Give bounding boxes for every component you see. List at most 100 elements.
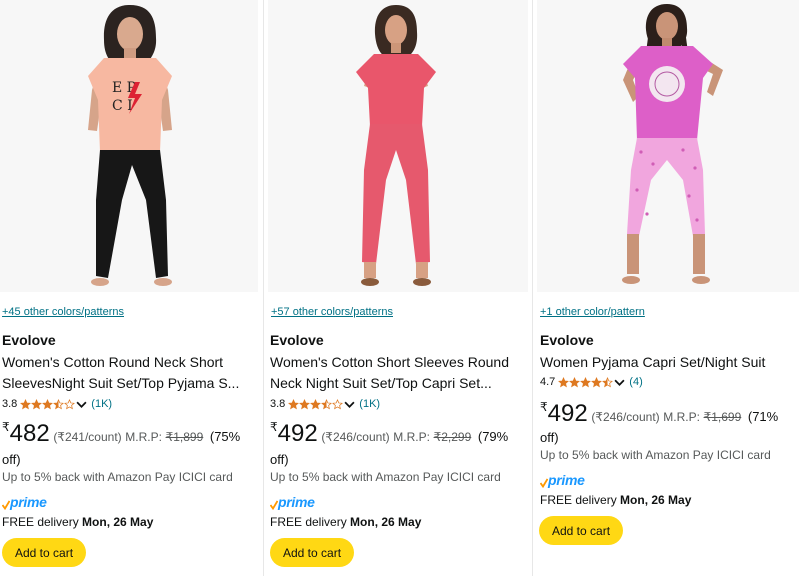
star-full-icon [558, 376, 570, 387]
brand-name: Evolove [270, 332, 324, 348]
cashback-offer: Up to 5% back with Amazon Pay ICICI card [2, 470, 233, 484]
star-full-icon [20, 398, 32, 409]
product-title-link[interactable]: Women's Cotton Round Neck Short SleevesN… [2, 352, 254, 394]
rating-row[interactable]: 4.7 (4) [540, 376, 643, 388]
brand-name: Evolove [2, 332, 56, 348]
delivery-date: Mon, 26 May [350, 515, 422, 529]
delivery-info: FREE delivery Mon, 26 May [270, 515, 421, 529]
more-colors-link[interactable]: +1 other color/pattern [540, 306, 645, 318]
discount-suffix: off) [540, 430, 559, 445]
product-title-link[interactable]: Women Pyjama Capri Set/Night Suit [540, 352, 796, 373]
star-full-icon [580, 376, 592, 387]
rating-row[interactable]: 3.8 (1K) [2, 398, 112, 410]
chevron-down-icon[interactable] [76, 399, 87, 410]
mrp-label: M.R.P: [125, 430, 162, 444]
star-full-icon [31, 398, 43, 409]
prime-badge: prime [2, 494, 47, 510]
cashback-offer: Up to 5% back with Amazon Pay ICICI card [540, 448, 771, 462]
star-empty-icon [332, 398, 344, 409]
star-full-icon [310, 398, 322, 409]
card-divider [263, 0, 264, 576]
prime-check-icon [2, 500, 10, 510]
price-row: ₹492 (₹246/count) M.R.P: ₹2,299 (79% [270, 420, 508, 448]
product-image[interactable]: E P C I [0, 0, 258, 292]
delivery-label: FREE delivery [540, 493, 617, 507]
title-line: Women Pyjama Capri Set/Night Suit [540, 354, 766, 370]
prime-check-icon [270, 500, 278, 510]
unit-price: (₹246/count) [321, 430, 390, 444]
star-rating [288, 398, 344, 410]
prime-logo-text: prime [548, 472, 585, 488]
title-line: Neck Night Suit Set/Top Capri Set... [270, 375, 492, 391]
price-row: ₹482 (₹241/count) M.R.P: ₹1,899 (75% [2, 420, 240, 448]
delivery-info: FREE delivery Mon, 26 May [540, 493, 691, 507]
star-rating [20, 398, 76, 410]
delivery-date: Mon, 26 May [82, 515, 154, 529]
product-card: +1 other color/pattern Evolove Women Pyj… [537, 0, 799, 576]
prime-logo-text: prime [278, 494, 315, 510]
discount-suffix: off) [270, 452, 289, 467]
chevron-down-icon[interactable] [614, 377, 625, 388]
mrp-value: ₹1,699 [703, 410, 742, 424]
prime-logo-text: prime [10, 494, 47, 510]
mrp-value: ₹1,899 [165, 430, 204, 444]
prime-badge: prime [270, 494, 315, 510]
star-full-icon [299, 398, 311, 409]
title-line: SleevesNight Suit Set/Top Pyjama S... [2, 375, 240, 391]
star-full-icon [288, 398, 300, 409]
discount-suffix: off) [2, 452, 21, 467]
chevron-down-icon[interactable] [344, 399, 355, 410]
currency-symbol: ₹ [270, 420, 278, 434]
mrp-label: M.R.P: [663, 410, 700, 424]
unit-price: (₹246/count) [591, 410, 660, 424]
product-image[interactable] [537, 0, 799, 292]
add-to-cart-button[interactable]: Add to cart [270, 538, 355, 567]
add-to-cart-button[interactable]: Add to cart [2, 538, 87, 567]
mrp-label: M.R.P: [393, 430, 430, 444]
star-half-icon [53, 398, 65, 409]
card-divider [532, 0, 533, 576]
rating-value: 3.8 [2, 398, 18, 410]
prime-check-icon [540, 478, 548, 488]
star-full-icon [591, 376, 603, 387]
discount: (79% [477, 429, 509, 444]
product-image[interactable] [268, 0, 528, 292]
discount: (75% [209, 429, 241, 444]
model-image-pink-set [356, 5, 436, 286]
star-full-icon [569, 376, 581, 387]
star-half-icon [321, 398, 333, 409]
delivery-label: FREE delivery [270, 515, 347, 529]
star-half-icon [602, 376, 614, 387]
price-row: ₹492 (₹246/count) M.R.P: ₹1,699 (71% [540, 400, 778, 428]
svg-text:C I: C I [112, 98, 133, 114]
title-line: Women's Cotton Round Neck Short [2, 354, 224, 370]
unit-price: (₹241/count) [53, 430, 122, 444]
mrp-value: ₹2,299 [433, 430, 472, 444]
delivery-date: Mon, 26 May [620, 493, 692, 507]
currency-symbol: ₹ [540, 400, 548, 414]
prime-badge: prime [540, 472, 585, 488]
model-image-pink-capri [622, 4, 723, 284]
review-count-link[interactable]: (1K) [359, 398, 380, 410]
more-colors-link[interactable]: +57 other colors/patterns [271, 306, 393, 318]
delivery-info: FREE delivery Mon, 26 May [2, 515, 153, 529]
rating-value: 3.8 [270, 398, 286, 410]
price: 482 [9, 420, 50, 447]
cashback-offer: Up to 5% back with Amazon Pay ICICI card [270, 470, 501, 484]
discount: (71% [747, 409, 779, 424]
star-rating [558, 376, 614, 388]
title-line: Women's Cotton Short Sleeves Round [270, 354, 509, 370]
review-count-link[interactable]: (1K) [91, 398, 112, 410]
product-card: +57 other colors/patterns Evolove Women'… [268, 0, 528, 576]
star-full-icon [42, 398, 54, 409]
product-title-link[interactable]: Women's Cotton Short Sleeves Round Neck … [270, 352, 526, 394]
price: 492 [547, 400, 588, 427]
brand-name: Evolove [540, 332, 594, 348]
more-colors-link[interactable]: +45 other colors/patterns [2, 306, 124, 318]
star-empty-icon [64, 398, 76, 409]
currency-symbol: ₹ [2, 420, 10, 434]
add-to-cart-button[interactable]: Add to cart [539, 516, 624, 545]
rating-value: 4.7 [540, 376, 556, 388]
review-count-link[interactable]: (4) [629, 376, 642, 388]
rating-row[interactable]: 3.8 (1K) [270, 398, 380, 410]
